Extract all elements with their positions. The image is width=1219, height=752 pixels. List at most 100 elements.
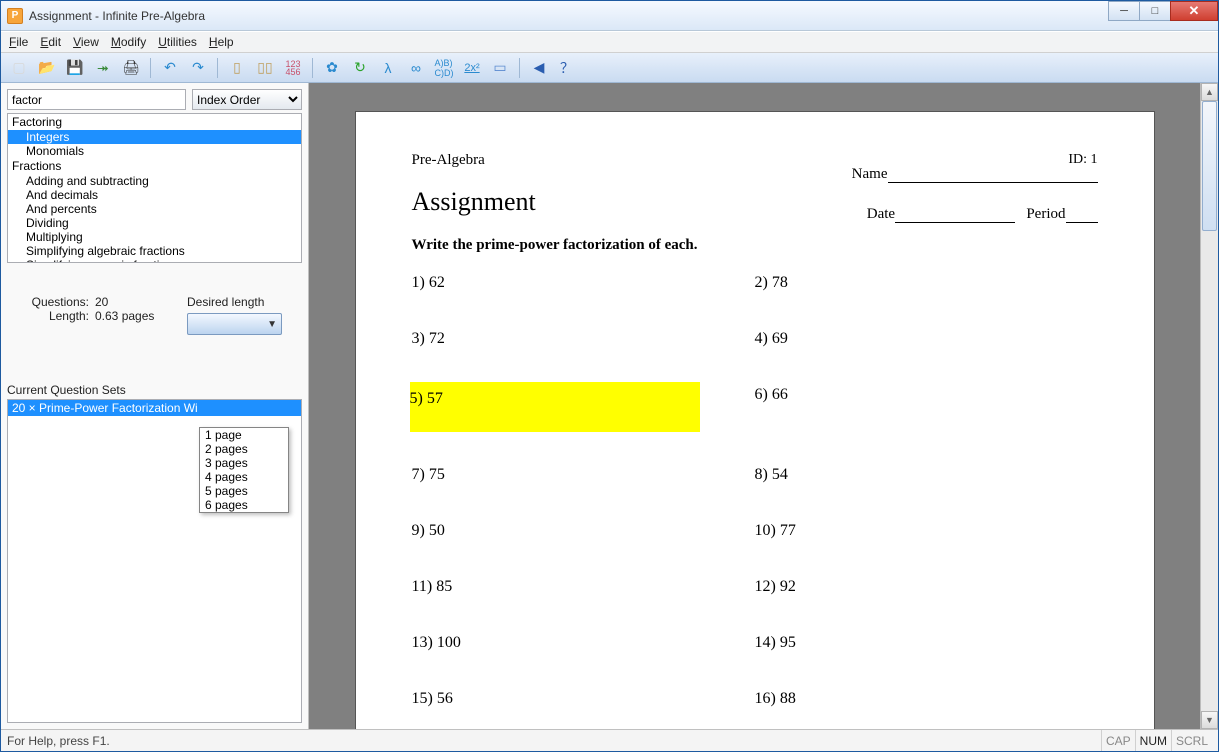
- scroll-down-icon[interactable]: ▼: [1201, 711, 1218, 729]
- document-scroll[interactable]: ID: 1 Pre-Algebra Name Assignment Date P…: [309, 83, 1200, 729]
- status-bar: For Help, press F1. CAP NUM SCRL: [1, 729, 1218, 751]
- question-item[interactable]: 12) 92: [755, 574, 1098, 600]
- question-item[interactable]: 5) 57: [410, 382, 700, 432]
- topic-item[interactable]: Integers: [8, 130, 301, 144]
- desired-length-combo[interactable]: ▼: [187, 313, 282, 335]
- question-item[interactable]: 15) 56: [412, 686, 755, 712]
- print-icon[interactable]: 🖨: [119, 56, 143, 80]
- desired-length-label: Desired length: [187, 295, 282, 309]
- title-bar: P Assignment - Infinite Pre-Algebra ─ □ …: [1, 1, 1218, 31]
- question-item[interactable]: 6) 66: [755, 382, 1098, 432]
- window-buttons: ─ □ ✕: [1109, 1, 1218, 21]
- menu-modify[interactable]: Modify: [111, 35, 146, 49]
- open-icon[interactable]: 📂: [35, 56, 59, 80]
- save-icon[interactable]: 💾: [63, 56, 87, 80]
- page-icon[interactable]: ▯: [225, 56, 249, 80]
- choices-icon[interactable]: A)B)C)D): [432, 56, 456, 80]
- topic-item[interactable]: Simplifying algebraic fractions: [8, 244, 301, 258]
- topic-item[interactable]: Monomials: [8, 144, 301, 158]
- name-field: Name: [852, 166, 1098, 183]
- dropdown-option[interactable]: 4 pages: [200, 470, 288, 484]
- app-icon: P: [7, 8, 23, 24]
- menu-edit[interactable]: Edit: [40, 35, 61, 49]
- date-period: Date Period: [867, 206, 1098, 223]
- question-item[interactable]: 3) 72: [412, 326, 755, 352]
- length-value: 0.63 pages: [95, 309, 154, 323]
- question-item[interactable]: 2) 78: [755, 270, 1098, 296]
- back-icon[interactable]: ◀: [527, 56, 551, 80]
- question-item[interactable]: 14) 95: [755, 630, 1098, 656]
- dropdown-option[interactable]: 1 page: [200, 428, 288, 442]
- search-input[interactable]: [7, 89, 186, 110]
- topic-item[interactable]: And decimals: [8, 188, 301, 202]
- toolbar-separator: [150, 58, 151, 78]
- cap-indicator: CAP: [1101, 730, 1135, 751]
- expr-icon[interactable]: 2x²: [460, 56, 484, 80]
- main-split: Index Order Factoring Integers Monomials…: [1, 83, 1218, 729]
- topic-item[interactable]: And percents: [8, 202, 301, 216]
- desired-length-group: Desired length ▼: [187, 295, 282, 335]
- scroll-thumb[interactable]: [1202, 101, 1217, 231]
- refresh-icon[interactable]: ↻: [348, 56, 372, 80]
- length-label: Length:: [19, 309, 89, 323]
- cqs-item[interactable]: 20 × Prime-Power Factorization Wi: [8, 400, 301, 416]
- question-item[interactable]: 13) 100: [412, 630, 755, 656]
- new-icon[interactable]: ▢: [7, 56, 31, 80]
- document-area: ID: 1 Pre-Algebra Name Assignment Date P…: [309, 83, 1218, 729]
- topic-item[interactable]: Multiplying: [8, 230, 301, 244]
- dropdown-option[interactable]: 3 pages: [200, 456, 288, 470]
- topic-list[interactable]: Factoring Integers Monomials Fractions A…: [7, 113, 302, 263]
- dropdown-option[interactable]: 6 pages: [200, 498, 288, 512]
- minimize-button[interactable]: ─: [1108, 1, 1140, 21]
- menu-view[interactable]: View: [73, 35, 99, 49]
- dropdown-option[interactable]: 2 pages: [200, 442, 288, 456]
- questions-value: 20: [95, 295, 108, 309]
- questions-label: Questions:: [19, 295, 89, 309]
- topic-category: Factoring: [8, 114, 301, 130]
- question-item[interactable]: 11) 85: [412, 574, 755, 600]
- window-icon[interactable]: ▭: [488, 56, 512, 80]
- undo-icon[interactable]: ↶: [158, 56, 182, 80]
- tool-icon[interactable]: ✿: [320, 56, 344, 80]
- export-icon[interactable]: ⯮: [91, 56, 115, 80]
- question-grid: 1) 622) 78 3) 724) 69 5) 57 6) 66 7) 758) 54…: [412, 270, 1098, 729]
- question-item[interactable]: 10) 77: [755, 518, 1098, 544]
- desired-length-dropdown[interactable]: 1 page 2 pages 3 pages 4 pages 5 pages 6…: [199, 427, 289, 513]
- maximize-button[interactable]: □: [1139, 1, 1171, 21]
- worksheet-page: ID: 1 Pre-Algebra Name Assignment Date P…: [355, 111, 1155, 729]
- question-item[interactable]: 4) 69: [755, 326, 1098, 352]
- menu-utilities[interactable]: Utilities: [158, 35, 197, 49]
- topic-item[interactable]: Simplifying numeric fractions: [8, 258, 301, 263]
- question-item[interactable]: 1) 62: [412, 270, 755, 296]
- vertical-scrollbar[interactable]: ▲ ▼: [1200, 83, 1218, 729]
- question-item[interactable]: 7) 75: [412, 462, 755, 488]
- topic-item[interactable]: Adding and subtracting: [8, 174, 301, 188]
- dropdown-option[interactable]: 5 pages: [200, 484, 288, 498]
- question-item[interactable]: 9) 50: [412, 518, 755, 544]
- scroll-up-icon[interactable]: ▲: [1201, 83, 1218, 101]
- lambda-icon[interactable]: λ: [376, 56, 400, 80]
- pages-icon[interactable]: ▯▯: [253, 56, 277, 80]
- menu-file[interactable]: File: [9, 35, 28, 49]
- menu-bar: File Edit View Modify Utilities Help: [1, 31, 1218, 53]
- close-button[interactable]: ✕: [1170, 1, 1218, 21]
- topic-item[interactable]: Dividing: [8, 216, 301, 230]
- toolbar-separator: [519, 58, 520, 78]
- toolbar: ▢ 📂 💾 ⯮ 🖨 ↶ ↷ ▯ ▯▯ 123456 ✿ ↻ λ ∞ A)B)C)…: [1, 53, 1218, 83]
- cqs-label: Current Question Sets: [7, 383, 302, 397]
- question-item[interactable]: 8) 54: [755, 462, 1098, 488]
- menu-help[interactable]: Help: [209, 35, 234, 49]
- sidebar: Index Order Factoring Integers Monomials…: [1, 83, 309, 729]
- chevron-down-icon: ▼: [267, 319, 277, 330]
- scrl-indicator: SCRL: [1171, 730, 1212, 751]
- numbers-icon[interactable]: 123456: [281, 56, 305, 80]
- toolbar-separator: [217, 58, 218, 78]
- sort-select[interactable]: Index Order: [192, 89, 302, 110]
- info-box: Questions: 20 Length: 0.63 pages Desired l…: [7, 295, 302, 323]
- toolbar-separator: [312, 58, 313, 78]
- help-icon[interactable]: ？: [555, 56, 579, 80]
- redo-icon[interactable]: ↷: [186, 56, 210, 80]
- question-item[interactable]: 16) 88: [755, 686, 1098, 712]
- infinity-icon[interactable]: ∞: [404, 56, 428, 80]
- instructions: Write the prime-power factorization of e…: [412, 237, 1098, 254]
